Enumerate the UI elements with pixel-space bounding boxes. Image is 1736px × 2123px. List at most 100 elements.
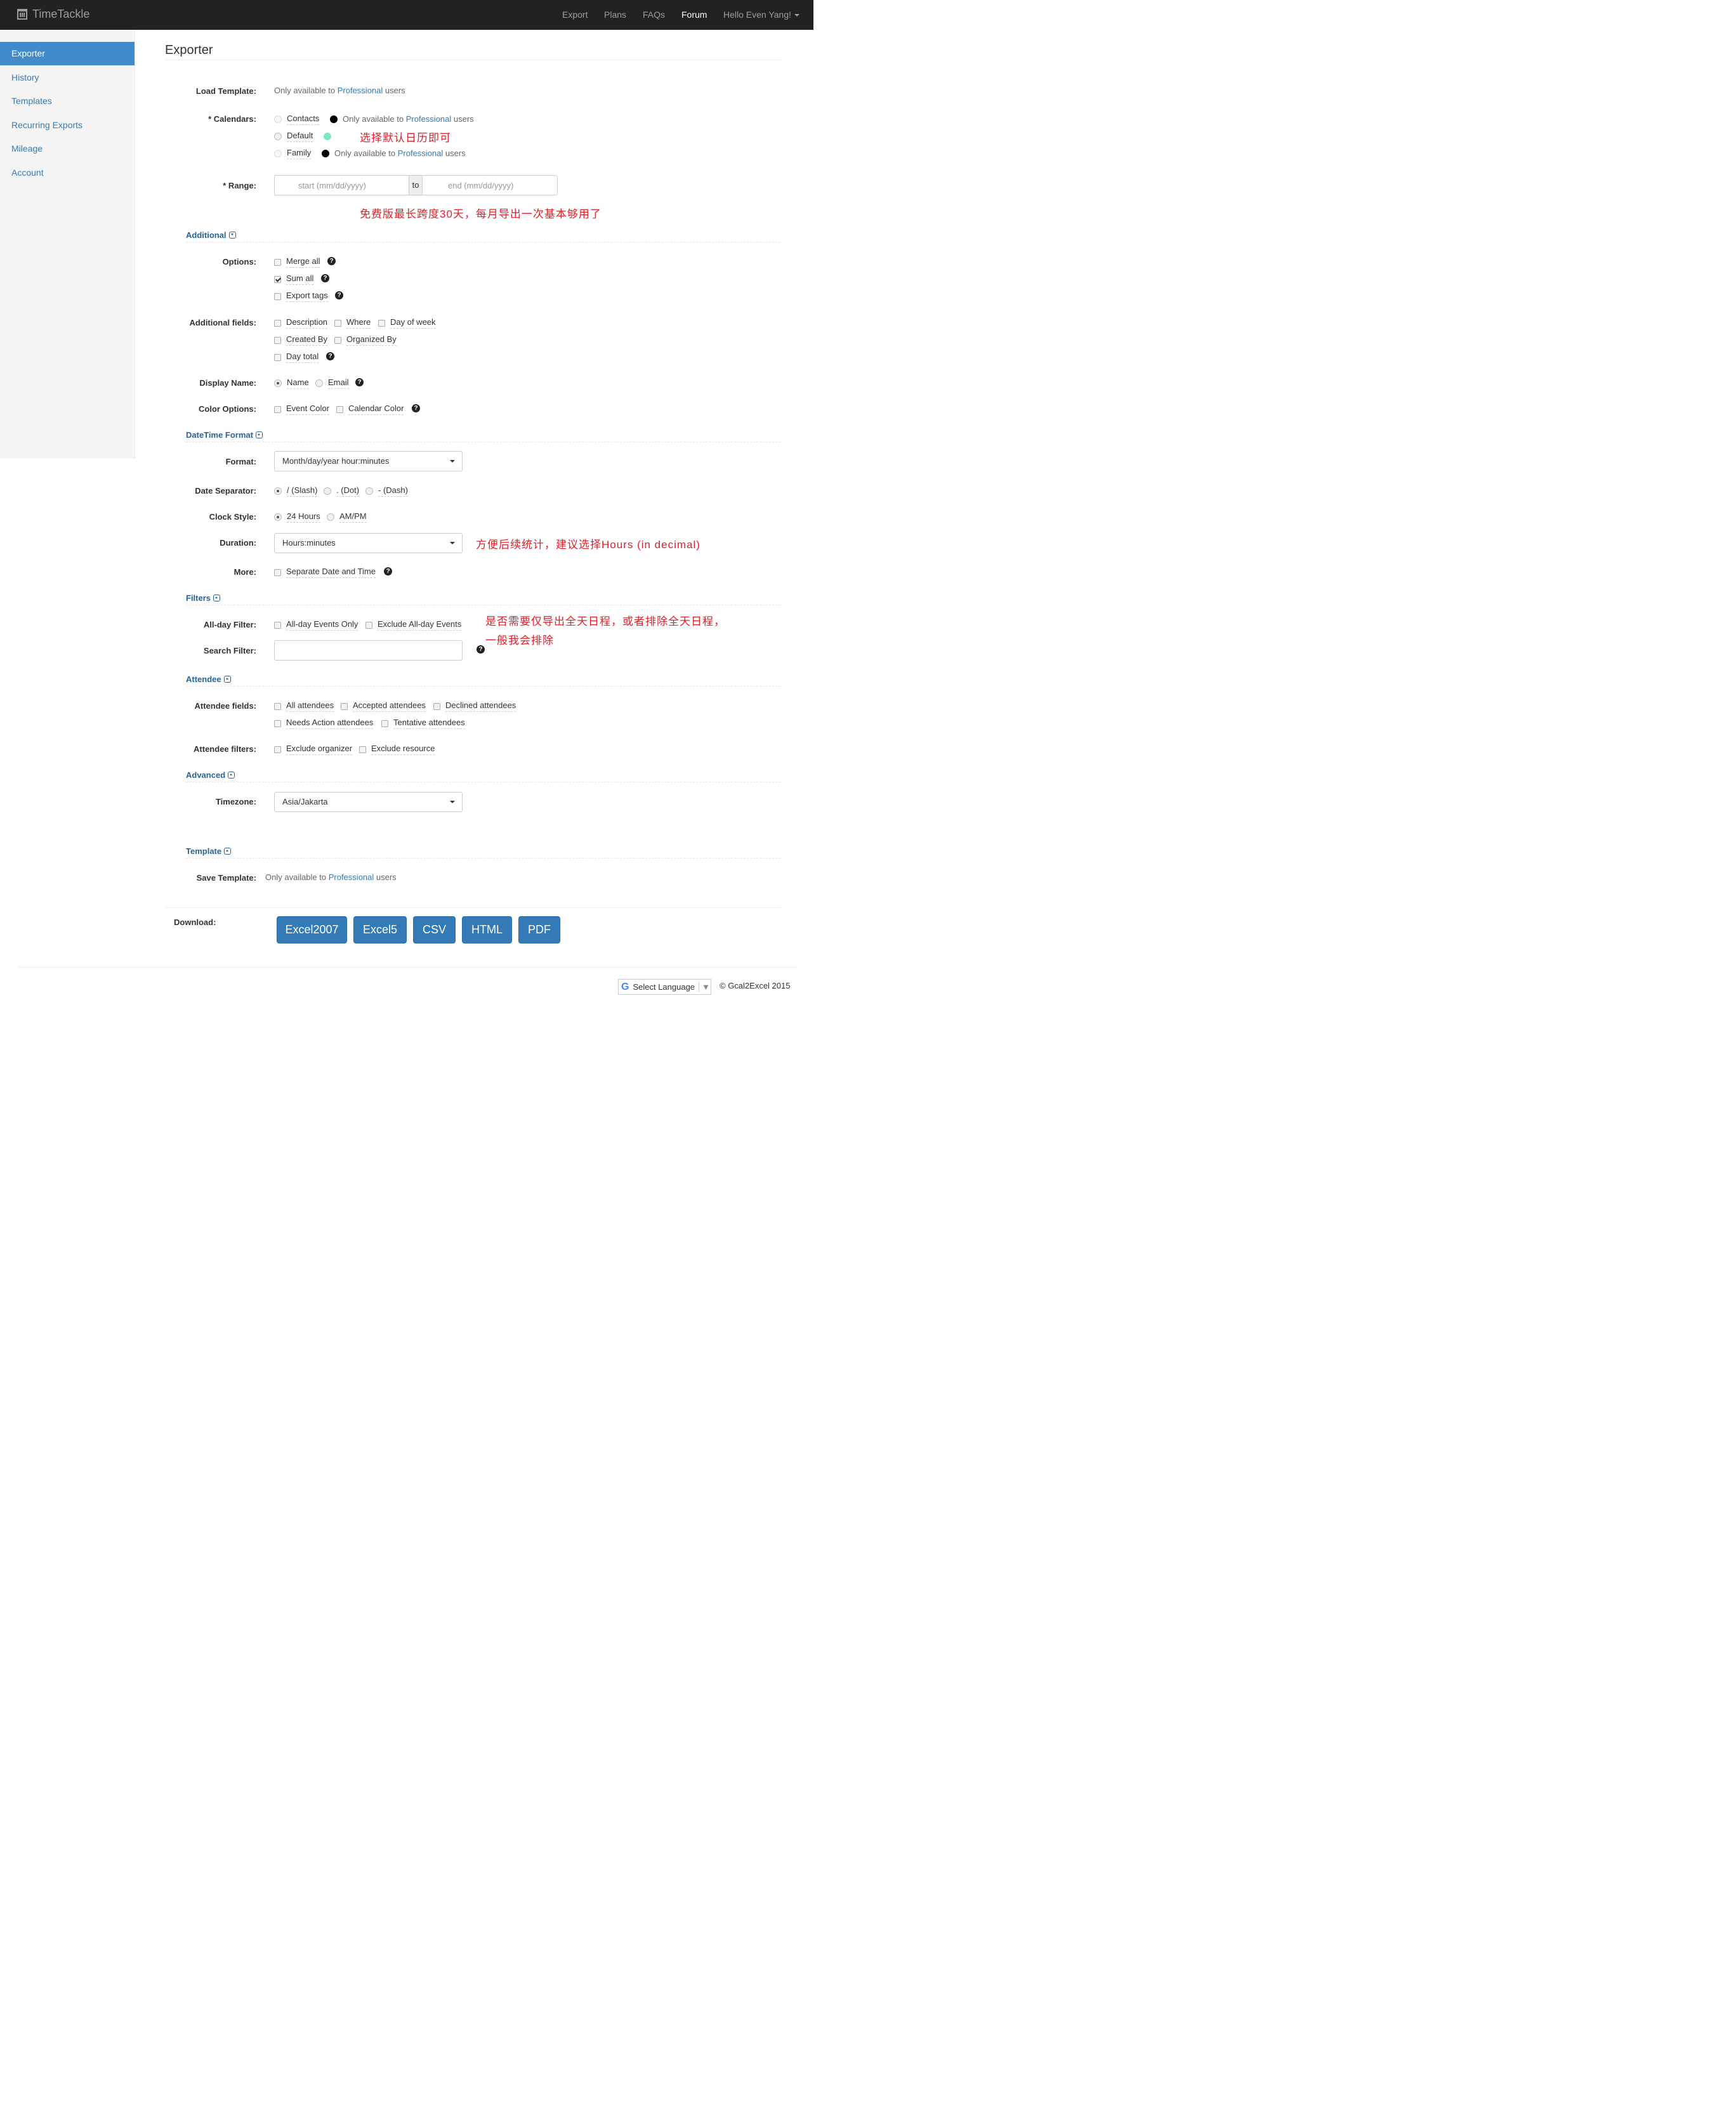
sidebar-item-recurring-exports[interactable]: Recurring Exports	[0, 114, 135, 137]
checkbox[interactable]	[334, 319, 341, 327]
field-where[interactable]: Where	[334, 317, 371, 329]
checkbox[interactable]	[381, 720, 388, 727]
sidebar-item-mileage[interactable]: Mileage	[0, 137, 135, 161]
color-calendar[interactable]: Calendar Color	[336, 404, 404, 415]
professional-link[interactable]: Professional	[406, 114, 452, 124]
clock-ampm[interactable]: AM/PM	[327, 511, 367, 523]
professional-link[interactable]: Professional	[338, 86, 383, 95]
radio[interactable]	[274, 487, 282, 495]
separate-date-time[interactable]: Separate Date and Time	[274, 567, 376, 578]
checkbox[interactable]	[274, 275, 281, 283]
radio[interactable]	[315, 379, 323, 387]
checkbox[interactable]	[274, 720, 281, 727]
help-icon[interactable]: ?	[355, 378, 364, 386]
attendee-needs-action[interactable]: Needs Action attendees	[274, 718, 374, 729]
format-select[interactable]: Month/day/year hour:minutes	[274, 451, 463, 471]
option-export-tags[interactable]: Export tags	[274, 291, 328, 302]
sidebar-item-account[interactable]: Account	[0, 161, 135, 185]
exclude-allday[interactable]: Exclude All-day Events	[365, 619, 462, 631]
section-advanced[interactable]: Advanced	[186, 770, 235, 780]
option-merge-all[interactable]: Merge all	[274, 256, 320, 268]
excel2007-button[interactable]: Excel2007	[277, 916, 347, 943]
professional-link[interactable]: Professional	[329, 872, 374, 882]
sidebar-item-templates[interactable]: Templates	[0, 89, 135, 113]
checkbox[interactable]	[334, 336, 341, 344]
checkbox[interactable]	[336, 405, 343, 413]
checkbox[interactable]	[365, 621, 372, 629]
radio[interactable]	[365, 487, 373, 495]
pdf-button[interactable]: PDF	[518, 916, 560, 943]
attendee-declined[interactable]: Declined attendees	[433, 700, 516, 712]
field-organized-by[interactable]: Organized By	[334, 334, 397, 346]
checkbox[interactable]	[274, 405, 281, 413]
checkbox[interactable]	[274, 258, 281, 266]
search-filter-input[interactable]	[274, 640, 463, 661]
nav-plans[interactable]: Plans	[604, 10, 626, 20]
allday-only[interactable]: All-day Events Only	[274, 619, 358, 631]
radio[interactable]	[327, 513, 334, 521]
user-menu[interactable]: Hello Even Yang!	[723, 10, 799, 20]
calendar-family[interactable]: Family	[274, 148, 312, 159]
section-datetime-format[interactable]: DateTime Format	[186, 430, 263, 440]
help-icon[interactable]: ?	[326, 352, 334, 360]
sidebar-item-exporter[interactable]: Exporter	[0, 42, 135, 65]
attendee-tentative[interactable]: Tentative attendees	[381, 718, 465, 729]
nav-forum[interactable]: Forum	[681, 10, 707, 20]
exclude-resource[interactable]: Exclude resource	[359, 744, 435, 755]
field-description[interactable]: Description	[274, 317, 328, 329]
separator-dot[interactable]: . (Dot)	[324, 485, 360, 497]
color-event[interactable]: Event Color	[274, 404, 329, 415]
excel5-button[interactable]: Excel5	[353, 916, 407, 943]
nav-faqs[interactable]: FAQs	[643, 10, 665, 20]
radio[interactable]	[324, 487, 331, 495]
timezone-select[interactable]: Asia/Jakarta	[274, 792, 463, 812]
checkbox[interactable]	[274, 319, 281, 327]
section-attendee[interactable]: Attendee	[186, 674, 231, 684]
calendar-contacts[interactable]: Contacts	[274, 114, 320, 125]
duration-select[interactable]: Hours:minutes	[274, 533, 463, 553]
help-icon[interactable]: ?	[412, 404, 420, 412]
separator-slash[interactable]: / (Slash)	[274, 485, 318, 497]
display-name-name[interactable]: Name	[274, 378, 309, 389]
checkbox[interactable]	[274, 353, 281, 361]
attendee-all[interactable]: All attendees	[274, 700, 334, 712]
radio[interactable]	[274, 150, 282, 157]
radio[interactable]	[274, 379, 282, 387]
checkbox[interactable]	[274, 292, 281, 300]
help-icon[interactable]: ?	[321, 274, 329, 282]
sidebar-item-history[interactable]: History	[0, 66, 135, 89]
help-icon[interactable]: ?	[335, 291, 343, 299]
calendar-default[interactable]: Default	[274, 131, 313, 142]
professional-link[interactable]: Professional	[398, 148, 444, 158]
section-additional[interactable]: Additional	[186, 230, 236, 240]
checkbox[interactable]	[359, 746, 366, 753]
field-day-of-week[interactable]: Day of week	[378, 317, 436, 329]
nav-export[interactable]: Export	[562, 10, 588, 20]
checkbox[interactable]	[433, 702, 440, 710]
radio[interactable]	[274, 133, 282, 140]
checkbox[interactable]	[274, 336, 281, 344]
checkbox[interactable]	[274, 746, 281, 753]
help-icon[interactable]: ?	[384, 567, 392, 575]
end-date-input[interactable]: end (mm/dd/yyyy)	[448, 181, 513, 190]
html-button[interactable]: HTML	[462, 916, 512, 943]
option-sum-all[interactable]: Sum all	[274, 273, 314, 285]
attendee-accepted[interactable]: Accepted attendees	[341, 700, 426, 712]
brand[interactable]: TimeTackle	[17, 8, 89, 21]
section-filters[interactable]: Filters	[186, 593, 221, 603]
exclude-organizer[interactable]: Exclude organizer	[274, 744, 353, 755]
csv-button[interactable]: CSV	[413, 916, 456, 943]
help-icon[interactable]: ?	[327, 257, 336, 265]
checkbox[interactable]	[274, 569, 281, 576]
display-name-email[interactable]: Email	[315, 378, 349, 389]
checkbox[interactable]	[274, 621, 281, 629]
section-template[interactable]: Template	[186, 846, 232, 856]
checkbox[interactable]	[341, 702, 348, 710]
radio[interactable]	[274, 115, 282, 123]
start-date-input[interactable]: start (mm/dd/yyyy)	[298, 181, 366, 190]
field-day-total[interactable]: Day total	[274, 352, 319, 363]
separator-dash[interactable]: - (Dash)	[365, 485, 408, 497]
checkbox[interactable]	[274, 702, 281, 710]
clock-24h[interactable]: 24 Hours	[274, 511, 320, 523]
help-icon[interactable]: ?	[477, 645, 485, 654]
